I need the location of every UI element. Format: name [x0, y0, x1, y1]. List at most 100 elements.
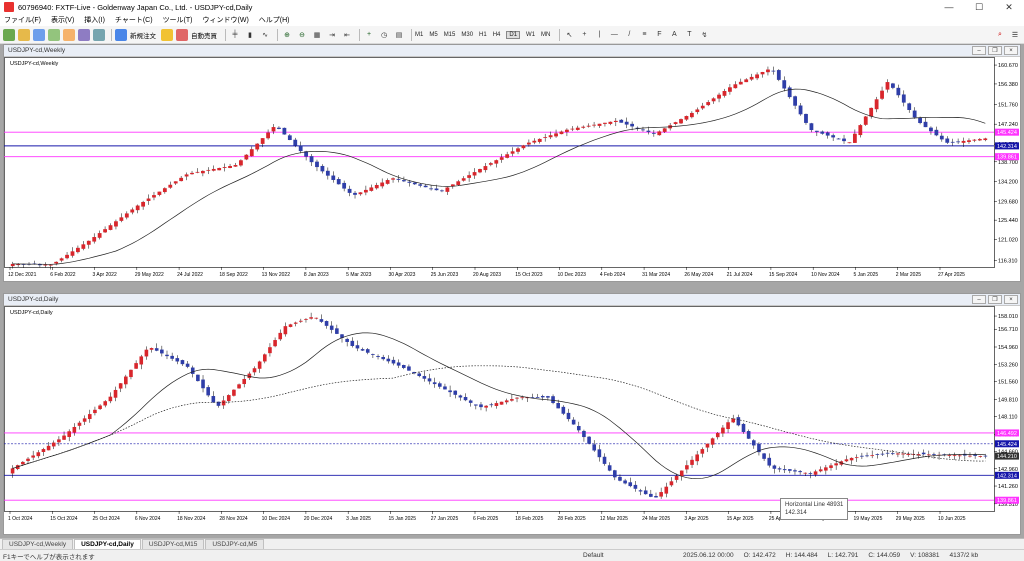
price-highlight-label: 142.314 — [997, 144, 1017, 150]
weekly-restore-icon[interactable]: ❐ — [988, 46, 1002, 55]
close-icon[interactable]: ✕ — [994, 0, 1024, 14]
timeframe-m30[interactable]: M30 — [461, 32, 473, 38]
text-label-icon[interactable]: T — [683, 29, 695, 41]
weekly-chart[interactable]: USDJPY-cd,Weekly 160.670 156.380 151.760 147… — [4, 57, 1020, 281]
text-tool-icon[interactable]: A — [668, 29, 680, 41]
menu-chart[interactable]: チャート(C) — [115, 15, 153, 25]
chart-symbol-label: USDJPY-cd,Weekly — [10, 61, 59, 67]
candle-body — [282, 127, 287, 135]
maximize-icon[interactable]: ☐ — [964, 0, 994, 14]
tab-weekly[interactable]: USDJPY-cd,Weekly — [2, 539, 74, 549]
candle-body — [407, 181, 412, 183]
candlestick-icon[interactable]: ▮ — [244, 29, 256, 41]
candle-body — [649, 493, 653, 497]
timeframe-m1[interactable]: M1 — [415, 32, 423, 38]
candle-body — [602, 456, 607, 464]
menu-insert[interactable]: 挿入(I) — [84, 15, 105, 25]
candle-body — [456, 181, 461, 186]
indicators-icon[interactable]: + — [363, 29, 375, 41]
timeframe-w1[interactable]: W1 — [526, 32, 535, 38]
search-icon[interactable]: ⌕ — [994, 29, 1006, 41]
zoom-out-icon[interactable]: ⊖ — [296, 29, 308, 41]
profiles-icon[interactable] — [18, 28, 30, 41]
cursor-icon[interactable]: ↖ — [563, 29, 575, 41]
candle-body — [983, 138, 988, 141]
vertical-line-icon[interactable]: | — [593, 29, 605, 41]
timeframe-h4[interactable]: H4 — [493, 32, 501, 38]
candle-body — [921, 452, 926, 455]
menu-view[interactable]: 表示(V) — [51, 15, 74, 25]
timeframe-m15[interactable]: M15 — [444, 32, 456, 38]
minimize-icon[interactable]: — — [934, 0, 964, 14]
candle-body — [278, 332, 283, 340]
timeframe-mn[interactable]: MN — [541, 32, 550, 38]
candle-body — [787, 87, 792, 98]
timeframe-d1[interactable]: D1 — [506, 30, 521, 39]
candle-body — [422, 376, 427, 379]
autoscroll-icon[interactable]: ⇥ — [326, 29, 338, 41]
candle-body — [329, 325, 334, 330]
candle-body — [221, 400, 226, 406]
new-order-icon[interactable] — [115, 28, 127, 41]
chat-icon[interactable]: ☰ — [1009, 29, 1021, 41]
tab-m5[interactable]: USDJPY-cd,M5 — [205, 539, 265, 549]
tester-icon[interactable] — [93, 28, 105, 41]
crosshair-icon[interactable]: + — [578, 29, 590, 41]
menu-tools[interactable]: ツール(T) — [163, 15, 193, 25]
new-order-button[interactable]: 新規注文 — [130, 30, 156, 40]
new-chart-icon[interactable] — [3, 28, 15, 41]
candle-body — [195, 171, 200, 173]
date-axis-label: 10 Nov 2024 — [811, 272, 840, 278]
candle-body — [581, 126, 586, 128]
daily-chart[interactable]: USDJPY-cd,Daily 158.010 156.710 154.960 153.… — [4, 306, 1020, 534]
line-chart-icon[interactable]: ∿ — [259, 29, 271, 41]
candle-body — [262, 354, 267, 362]
equidistant-channel-icon[interactable]: ≡ — [638, 29, 650, 41]
templates-icon[interactable]: ▤ — [393, 29, 405, 41]
periods-icon[interactable]: ◷ — [378, 29, 390, 41]
menu-file[interactable]: ファイル(F) — [4, 15, 41, 25]
chart-shift-icon[interactable]: ⇤ — [341, 29, 353, 41]
candle-body — [92, 237, 97, 242]
trendline-icon[interactable]: / — [623, 29, 635, 41]
daily-minimize-icon[interactable]: – — [972, 295, 986, 304]
terminal-icon[interactable] — [78, 28, 90, 41]
bar-chart-icon[interactable]: ╪ — [229, 29, 241, 41]
candle-body — [180, 360, 185, 365]
menu-window[interactable]: ウィンドウ(W) — [203, 15, 249, 25]
timeframe-h1[interactable]: H1 — [479, 32, 487, 38]
horizontal-line-icon[interactable]: — — [608, 29, 620, 41]
candle-body — [623, 480, 627, 484]
candle-body — [755, 74, 759, 79]
zoom-in-icon[interactable]: ⊕ — [281, 29, 293, 41]
daily-restore-icon[interactable]: ❐ — [988, 295, 1002, 304]
fibonacci-icon[interactable]: F — [653, 29, 665, 41]
timeframe-m5[interactable]: M5 — [429, 32, 437, 38]
metaeditor-icon[interactable] — [161, 28, 173, 41]
tile-windows-icon[interactable]: ▦ — [311, 29, 323, 41]
candle-body — [483, 166, 488, 171]
candle-body — [932, 453, 936, 455]
candle-body — [875, 454, 880, 455]
weekly-chart-window[interactable]: USDJPY-cd,Weekly – ❐ × USDJPY-cd,Weekly 1… — [3, 44, 1021, 282]
menu-help[interactable]: ヘルプ(H) — [259, 15, 290, 25]
tab-m15[interactable]: USDJPY-cd,M15 — [141, 539, 205, 549]
weekly-minimize-icon[interactable]: – — [972, 46, 986, 55]
tab-daily[interactable]: USDJPY-cd,Daily — [74, 539, 141, 549]
data-window-icon[interactable] — [48, 28, 60, 41]
candle-body — [226, 395, 231, 401]
weekly-close-icon[interactable]: × — [1004, 46, 1018, 55]
auto-trade-button[interactable]: 自動売買 — [191, 30, 217, 40]
candle-body — [957, 455, 962, 457]
navigator-icon[interactable] — [63, 28, 75, 41]
auto-trade-icon[interactable] — [176, 28, 188, 41]
daily-chart-window[interactable]: USDJPY-cd,Daily – ❐ × USDJPY-cd,Daily 158… — [3, 293, 1021, 535]
weekly-window-titlebar[interactable]: USDJPY-cd,Weekly – ❐ × — [4, 45, 1020, 57]
candle-body — [561, 406, 566, 414]
daily-window-titlebar[interactable]: USDJPY-cd,Daily – ❐ × — [4, 294, 1020, 306]
date-axis-label: 31 Mar 2024 — [642, 272, 670, 278]
daily-close-icon[interactable]: × — [1004, 295, 1018, 304]
arrows-icon[interactable]: ↯ — [698, 29, 710, 41]
candle-body — [852, 133, 857, 143]
market-watch-icon[interactable] — [33, 28, 45, 41]
